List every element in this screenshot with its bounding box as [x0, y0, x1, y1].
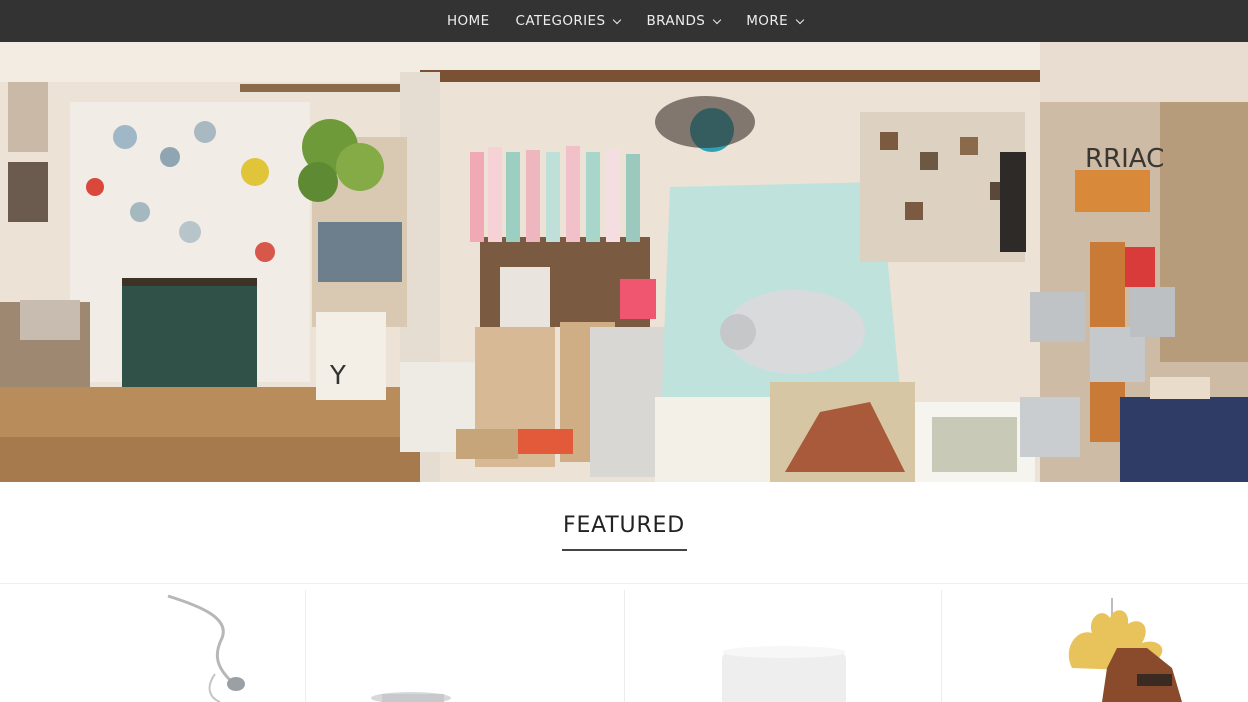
top-navigation: HOME CATEGORIES BRANDS MORE [0, 0, 1248, 42]
nav-more[interactable]: MORE [746, 13, 805, 29]
chevron-down-icon [713, 15, 722, 24]
nav-brands-label: BRANDS [646, 13, 706, 29]
product-image [167, 594, 245, 702]
section-divider [0, 583, 1248, 584]
product-card[interactable] [306, 588, 623, 702]
card-separator [941, 590, 942, 702]
card-separator [624, 590, 625, 702]
nav-categories[interactable]: CATEGORIES [515, 13, 622, 29]
product-card[interactable] [942, 588, 1248, 702]
svg-text:Y: Y [329, 361, 346, 391]
nav-home-label: HOME [446, 13, 490, 29]
product-card[interactable] [625, 588, 941, 702]
store-interior-image: Y RRIAC [0, 42, 1248, 482]
nav-more-label: MORE [746, 13, 789, 29]
product-image [1068, 598, 1182, 702]
chevron-down-icon [613, 15, 622, 24]
product-image [722, 646, 846, 702]
nav-home[interactable]: HOME [447, 13, 490, 29]
hero-banner: Y RRIAC [0, 42, 1248, 482]
nav-categories-label: CATEGORIES [515, 13, 606, 29]
chevron-down-icon [795, 15, 805, 24]
nav-brands[interactable]: BRANDS [646, 13, 722, 29]
product-card[interactable] [0, 588, 305, 702]
store-sign-text: RRIAC [1085, 144, 1164, 174]
card-separator [305, 590, 306, 702]
product-image [371, 692, 451, 702]
featured-heading: FEATURED [563, 513, 685, 538]
nav-menu: HOME CATEGORIES BRANDS MORE [447, 13, 805, 29]
featured-underline [562, 549, 687, 551]
